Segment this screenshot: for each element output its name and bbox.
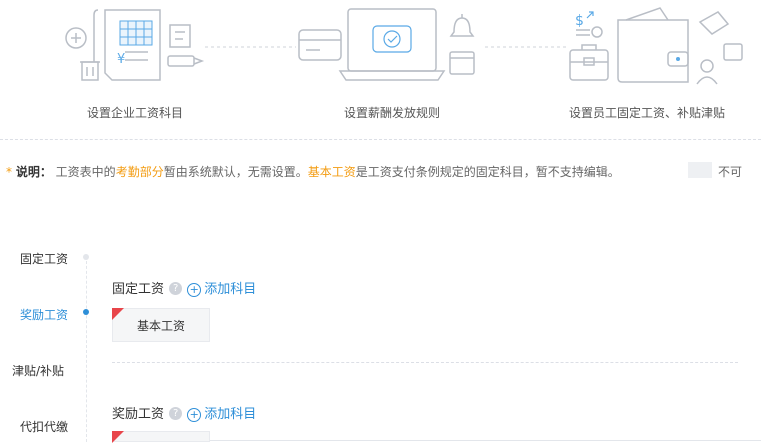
plus-icon: +	[187, 282, 202, 297]
note-part-2: 暂由系统默认，无需设置。	[163, 165, 308, 179]
help-icon[interactable]: ?	[169, 407, 183, 420]
sidebar-track	[86, 256, 87, 442]
note-highlight-attendance: 考勤部分	[115, 165, 164, 179]
sidebar-item-allowance[interactable]: 津贴/补贴	[12, 362, 64, 379]
step-illustrations: ¥ $	[65, 7, 743, 85]
sidebar-item-withholding[interactable]: 代扣代缴	[20, 418, 68, 435]
tag-label	[112, 431, 210, 442]
sidebar-dot-fixed-salary	[83, 254, 89, 260]
step-label-1: 设置企业工资科目	[86, 106, 183, 120]
step-label-2: 设置薪酬发放规则	[343, 106, 440, 120]
step-label-3: 设置员工固定工资、补贴津贴	[569, 106, 726, 120]
add-subject-button[interactable]: + 添加科目	[187, 407, 256, 422]
note-label: 说明：	[15, 165, 52, 179]
bottom-border	[210, 440, 761, 441]
sidebar-dot-bonus-salary	[83, 309, 89, 315]
steps-divider	[0, 139, 761, 140]
note-part-3: 是工资支付条例规定的固定科目，暂不支持编辑。	[355, 165, 620, 179]
section-bonus-salary-header: 奖励工资 ? + 添加科目	[112, 403, 256, 422]
tag-corner-icon	[112, 431, 124, 443]
note-star: *	[6, 165, 12, 179]
salary-tag[interactable]: 基本工资	[112, 308, 210, 342]
tag-label: 基本工资	[112, 308, 210, 342]
sidebar-item-fixed-salary[interactable]: 固定工资	[20, 250, 68, 267]
note-gray-swatch	[688, 162, 712, 178]
plus-icon: +	[187, 407, 202, 422]
note-line: * 说明： 工资表中的考勤部分暂由系统默认，无需设置。基本工资是工资支付条例规定…	[6, 163, 620, 180]
svg-text:$: $	[575, 13, 584, 29]
note-part-1: 工资表中的	[55, 165, 116, 179]
section-divider	[112, 362, 738, 363]
section-title: 奖励工资	[112, 407, 165, 422]
note-highlight-basic-salary: 基本工资	[307, 165, 356, 179]
svg-text:¥: ¥	[117, 52, 125, 67]
section-fixed-salary-header: 固定工资 ? + 添加科目	[112, 278, 256, 297]
section-title: 固定工资	[112, 282, 165, 297]
note-part-4: 不可	[718, 165, 743, 179]
help-icon[interactable]: ?	[169, 282, 183, 295]
sidebar-item-bonus-salary[interactable]: 奖励工资	[20, 306, 68, 323]
tag-corner-icon	[112, 308, 124, 320]
add-subject-button[interactable]: + 添加科目	[187, 282, 256, 297]
salary-tag[interactable]	[112, 431, 210, 443]
